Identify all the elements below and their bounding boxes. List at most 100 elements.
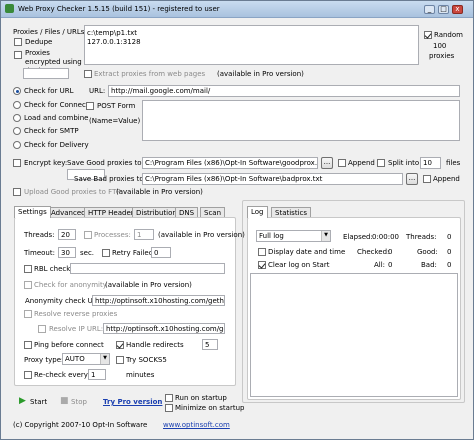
resolve-checkbox[interactable] [24, 310, 32, 318]
minutes-label: minutes [126, 371, 155, 379]
split-input[interactable]: 10 [420, 157, 441, 169]
check-smtp-label: Check for SMTP [24, 127, 79, 135]
window-title: Web Proxy Checker 1.5.15 (build 151) - r… [18, 5, 220, 13]
check-smtp-radio[interactable] [13, 127, 21, 135]
recheck-input[interactable]: 1 [88, 369, 106, 380]
processes-checkbox[interactable] [84, 231, 92, 239]
check-delivery-label: Check for Delivery [24, 141, 89, 149]
handle-redirects-input[interactable]: 5 [202, 339, 218, 350]
encrypted-checkbox[interactable] [14, 51, 22, 59]
bad-label: Bad: [421, 261, 437, 269]
proxy-type-select[interactable]: AUTO ▼ [62, 353, 110, 365]
random-checkbox[interactable] [424, 31, 432, 39]
append-good-checkbox[interactable] [338, 159, 346, 167]
all-value: 0 [388, 261, 393, 269]
copyright-text: (c) Copyright 2007-10 Opt-In Software [13, 421, 148, 429]
chevron-down-icon[interactable]: ▼ [100, 354, 109, 364]
good-value: 0 [447, 248, 452, 256]
name-value-label: (Name=Value) [89, 117, 141, 125]
threads-input[interactable]: 20 [58, 229, 76, 240]
try-pro-link[interactable]: Try Pro version [103, 398, 162, 406]
good-label: Good: [417, 248, 438, 256]
resolve-label: Resolve reverse proxies [34, 310, 118, 318]
proxy-type-value: AUTO [65, 355, 85, 363]
minimize-startup-label: Minimize on startup [175, 404, 245, 412]
split-checkbox[interactable] [377, 159, 385, 167]
encryption-key-input[interactable] [23, 68, 69, 79]
website-link[interactable]: www.optinsoft.com [163, 421, 230, 429]
checked-label: Checked: [357, 248, 390, 256]
extract-checkbox[interactable] [84, 70, 92, 78]
display-date-label: Display date and time [268, 248, 346, 256]
run-startup-checkbox[interactable] [165, 394, 173, 402]
load-combine-radio[interactable] [13, 114, 21, 122]
load-combine-label: Load and combine [24, 114, 89, 122]
url-label: URL: [89, 87, 106, 95]
tab-log[interactable]: Log [247, 206, 268, 218]
retry-checkbox[interactable] [102, 249, 110, 257]
timeout-label: Timeout: [24, 249, 55, 257]
rbl-input[interactable] [70, 263, 225, 274]
handle-redirects-checkbox[interactable] [116, 341, 124, 349]
log-level-select[interactable]: Full log ▼ [256, 230, 331, 242]
rbl-checkbox[interactable] [24, 265, 32, 273]
anon-url-input[interactable]: http://optinsoft.x10hosting.com/gethead [92, 295, 225, 306]
post-form-label: POST Form [97, 102, 136, 110]
stop-button[interactable]: Stop [71, 398, 87, 406]
url-input[interactable]: http://mail.google.com/mail/ [108, 85, 460, 97]
check-url-radio[interactable] [13, 87, 21, 95]
resolve-ip-label: Resolve IP URL: [49, 325, 104, 333]
rbl-label: RBL check: [34, 265, 73, 273]
post-form-textarea[interactable] [142, 100, 460, 141]
start-button[interactable]: Start [30, 398, 47, 406]
resolve-ip-checkbox[interactable] [38, 325, 46, 333]
minimize-button[interactable]: _ [424, 5, 435, 14]
socks5-checkbox[interactable] [116, 356, 124, 364]
good-path-input[interactable]: C:\Program Files (x86)\Opt-In Software\g… [142, 157, 318, 169]
upload-label: Upload Good proxies to FTP [24, 188, 121, 196]
proxy-source-textarea[interactable]: c:\temp\p1.txt 127.0.0.1:3128 [84, 25, 419, 65]
files-unit-label: files [446, 159, 461, 167]
retry-input[interactable]: 0 [151, 247, 171, 258]
ping-checkbox[interactable] [24, 341, 32, 349]
check-connect-radio[interactable] [13, 101, 21, 109]
chevron-down-icon[interactable]: ▼ [321, 231, 330, 241]
upload-note: (available in Pro version) [116, 188, 203, 196]
encrypt-key-checkbox[interactable] [13, 159, 21, 167]
clear-log-checkbox[interactable] [258, 261, 266, 269]
all-label: All: [374, 261, 386, 269]
anonymity-checkbox[interactable] [24, 281, 32, 289]
dedupe-checkbox[interactable] [14, 38, 22, 46]
processes-note: (available in Pro version) [158, 231, 245, 239]
resolve-ip-input[interactable]: http://optinsoft.x10hosting.com/getip.p [103, 323, 225, 334]
bad-path-input[interactable]: C:\Program Files (x86)\Opt-In Software\b… [142, 173, 403, 185]
maximize-button[interactable]: □ [438, 5, 449, 14]
app-icon [5, 4, 14, 13]
save-good-label: Save Good proxies to: [67, 159, 144, 167]
anonymity-label: Check for anonymity [34, 281, 107, 289]
check-delivery-radio[interactable] [13, 141, 21, 149]
random-count[interactable]: 100 [433, 42, 446, 50]
minimize-startup-checkbox[interactable] [165, 404, 173, 412]
log-output[interactable] [250, 273, 458, 397]
tab-settings[interactable]: Settings [14, 206, 51, 218]
anonymity-note: (available in Pro version) [105, 281, 192, 289]
elapsed-label: Elapsed: [343, 233, 373, 241]
close-button[interactable]: x [452, 5, 463, 14]
append-good-label: Append [348, 159, 375, 167]
proxies-label: proxies [429, 52, 455, 60]
recheck-checkbox[interactable] [24, 371, 32, 379]
socks5-label: Try SOCKS5 [126, 356, 167, 364]
threads-stat-label: Threads: [406, 233, 437, 241]
append-bad-checkbox[interactable] [423, 175, 431, 183]
upload-checkbox[interactable] [13, 188, 21, 196]
append-bad-label: Append [433, 175, 460, 183]
stop-icon: ■ [60, 396, 69, 406]
browse-good-button[interactable]: ... [321, 157, 333, 169]
post-form-checkbox[interactable] [86, 102, 94, 110]
recheck-label: Re-check every [34, 371, 88, 379]
display-date-checkbox[interactable] [258, 248, 266, 256]
browse-bad-button[interactable]: ... [406, 173, 418, 185]
processes-input[interactable]: 1 [134, 229, 154, 240]
timeout-input[interactable]: 30 [58, 247, 76, 258]
